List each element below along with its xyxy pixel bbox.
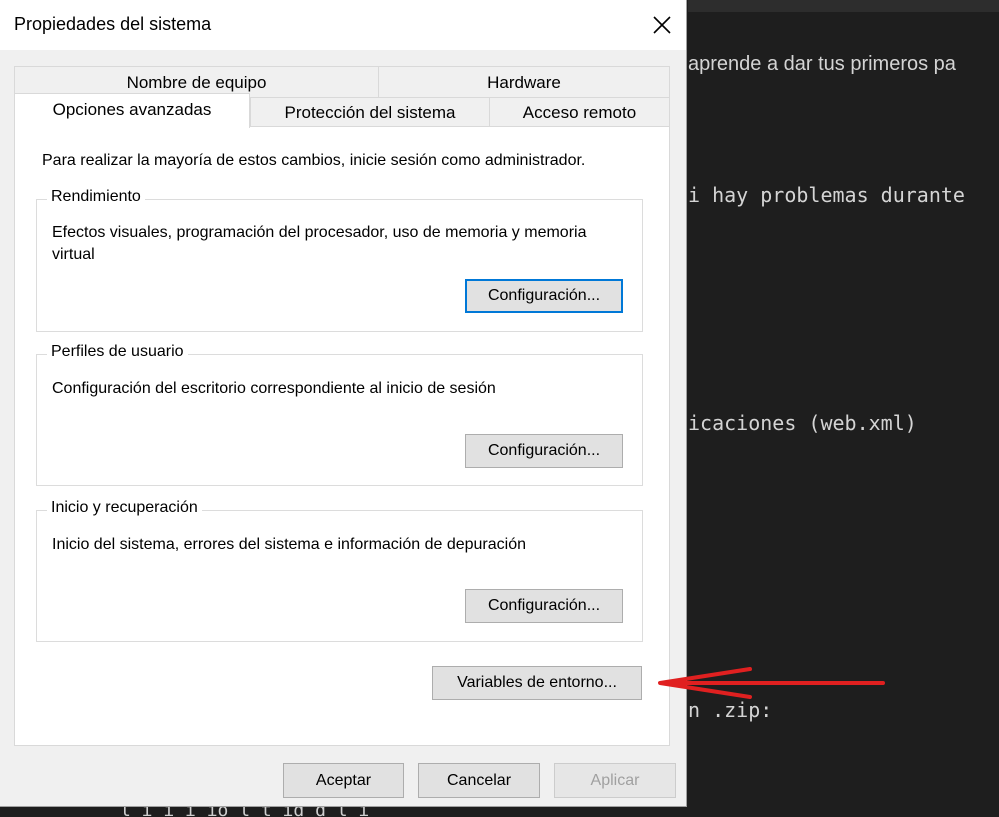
apply-button[interactable]: Aplicar bbox=[554, 763, 676, 798]
group-legend: Inicio y recuperación bbox=[47, 499, 202, 517]
title-bar: Propiedades del sistema bbox=[0, 0, 686, 50]
dialog-title: Propiedades del sistema bbox=[14, 14, 212, 34]
tab-acceso-remoto[interactable]: Acceso remoto bbox=[489, 97, 670, 127]
ok-button[interactable]: Aceptar bbox=[283, 763, 404, 798]
group-description: Efectos visuales, programación del proce… bbox=[52, 224, 587, 263]
group-startup-recovery: Inicio y recuperación Inicio del sistema… bbox=[36, 499, 643, 642]
tab-label: Acceso remoto bbox=[522, 102, 637, 122]
startup-recovery-settings-button[interactable]: Configuración... bbox=[465, 589, 623, 623]
group-user-profiles: Perfiles de usuario Configuración del es… bbox=[36, 343, 643, 486]
cancel-button[interactable]: Cancelar bbox=[418, 763, 540, 798]
tab-opciones-avanzadas[interactable]: Opciones avanzadas bbox=[14, 93, 250, 128]
environment-variables-button[interactable]: Variables de entorno... bbox=[432, 666, 642, 700]
annotation-arrow-icon bbox=[658, 667, 885, 699]
group-legend: Rendimiento bbox=[47, 188, 145, 206]
system-properties-dialog: Propiedades del sistema Nombre de equipo… bbox=[0, 0, 687, 807]
group-description: Configuración del escritorio correspondi… bbox=[52, 380, 496, 397]
editor-line: i hay problemas durante bbox=[688, 183, 965, 207]
group-description: Inicio del sistema, errores del sistema … bbox=[52, 536, 527, 553]
tab-label: Protección del sistema bbox=[284, 102, 456, 122]
tab-label: Hardware bbox=[487, 72, 561, 92]
tab-label: Nombre de equipo bbox=[126, 72, 267, 92]
tab-label: Opciones avanzadas bbox=[52, 100, 212, 119]
editor-line: aprende a dar tus primeros pa bbox=[688, 53, 956, 75]
close-icon bbox=[653, 16, 671, 34]
performance-settings-button[interactable]: Configuración... bbox=[465, 279, 623, 313]
close-button[interactable] bbox=[640, 6, 684, 44]
admin-notice: Para realizar la mayoría de estos cambio… bbox=[42, 152, 586, 169]
user-profiles-settings-button[interactable]: Configuración... bbox=[465, 434, 623, 468]
editor-line: icaciones (web.xml) bbox=[688, 411, 917, 435]
tab-hardware[interactable]: Hardware bbox=[378, 66, 670, 98]
group-legend: Perfiles de usuario bbox=[47, 343, 188, 361]
group-performance: Rendimiento Efectos visuales, programaci… bbox=[36, 188, 643, 332]
tab-proteccion-del-sistema[interactable]: Protección del sistema bbox=[250, 97, 490, 127]
editor-tab-strip bbox=[688, 0, 999, 12]
